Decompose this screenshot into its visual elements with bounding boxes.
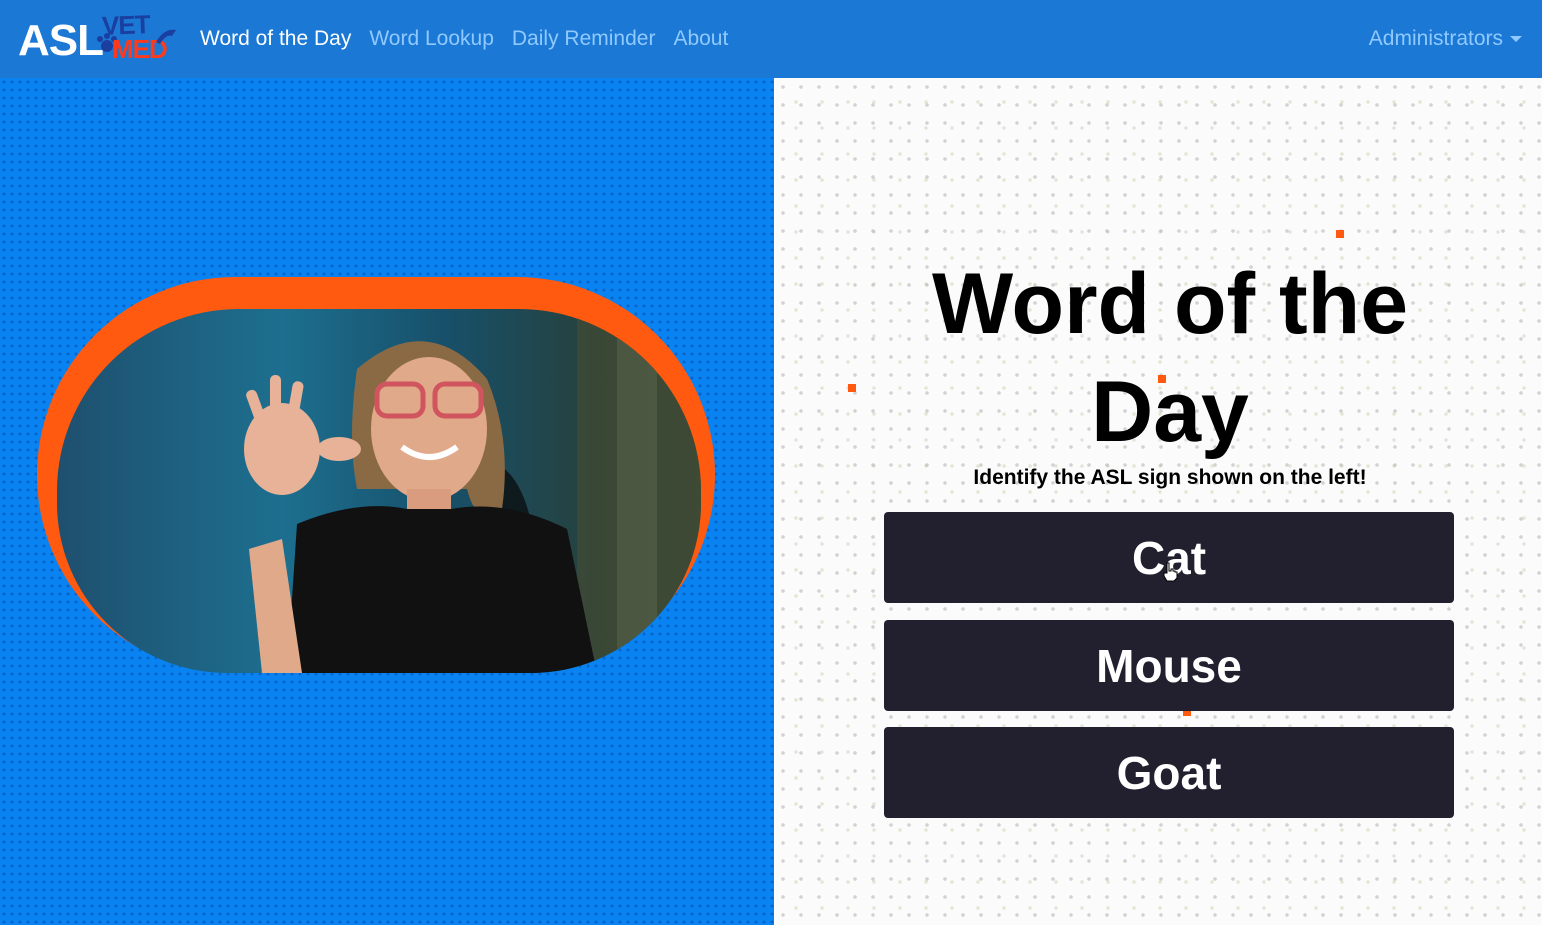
asl-vetmed-logo[interactable]: ASL VET MED [18,9,178,66]
signer-video-icon [244,309,701,673]
nav-daily-reminder[interactable]: Daily Reminder [512,27,656,51]
page-title: Word of the Day [931,256,1409,460]
answer-button-goat[interactable]: Goat [884,727,1454,818]
answer-button-cat[interactable]: Cat [884,512,1454,603]
animal-tail-icon [156,29,176,44]
caret-down-icon [1510,36,1522,42]
logo-asl-text: ASL [18,16,104,65]
administrators-dropdown[interactable]: Administrators [1369,0,1522,78]
answer-button-mouse[interactable]: Mouse [884,620,1454,711]
nav-word-lookup[interactable]: Word Lookup [369,27,494,51]
nav-about[interactable]: About [673,27,728,51]
administrators-label: Administrators [1368,27,1503,50]
hand-pointer-cursor-icon [1163,562,1178,582]
quiz-instructions: Identify the ASL sign shown on the left! [973,466,1367,489]
navbar: ASL VET MED Word of the Day Word Lookup … [0,0,1542,78]
sign-video[interactable] [57,309,701,673]
confetti-dot [848,384,856,392]
confetti-dot [1336,230,1344,238]
nav-word-of-the-day[interactable]: Word of the Day [200,27,351,51]
nav-links: Word of the Day Word Lookup Daily Remind… [200,0,746,78]
